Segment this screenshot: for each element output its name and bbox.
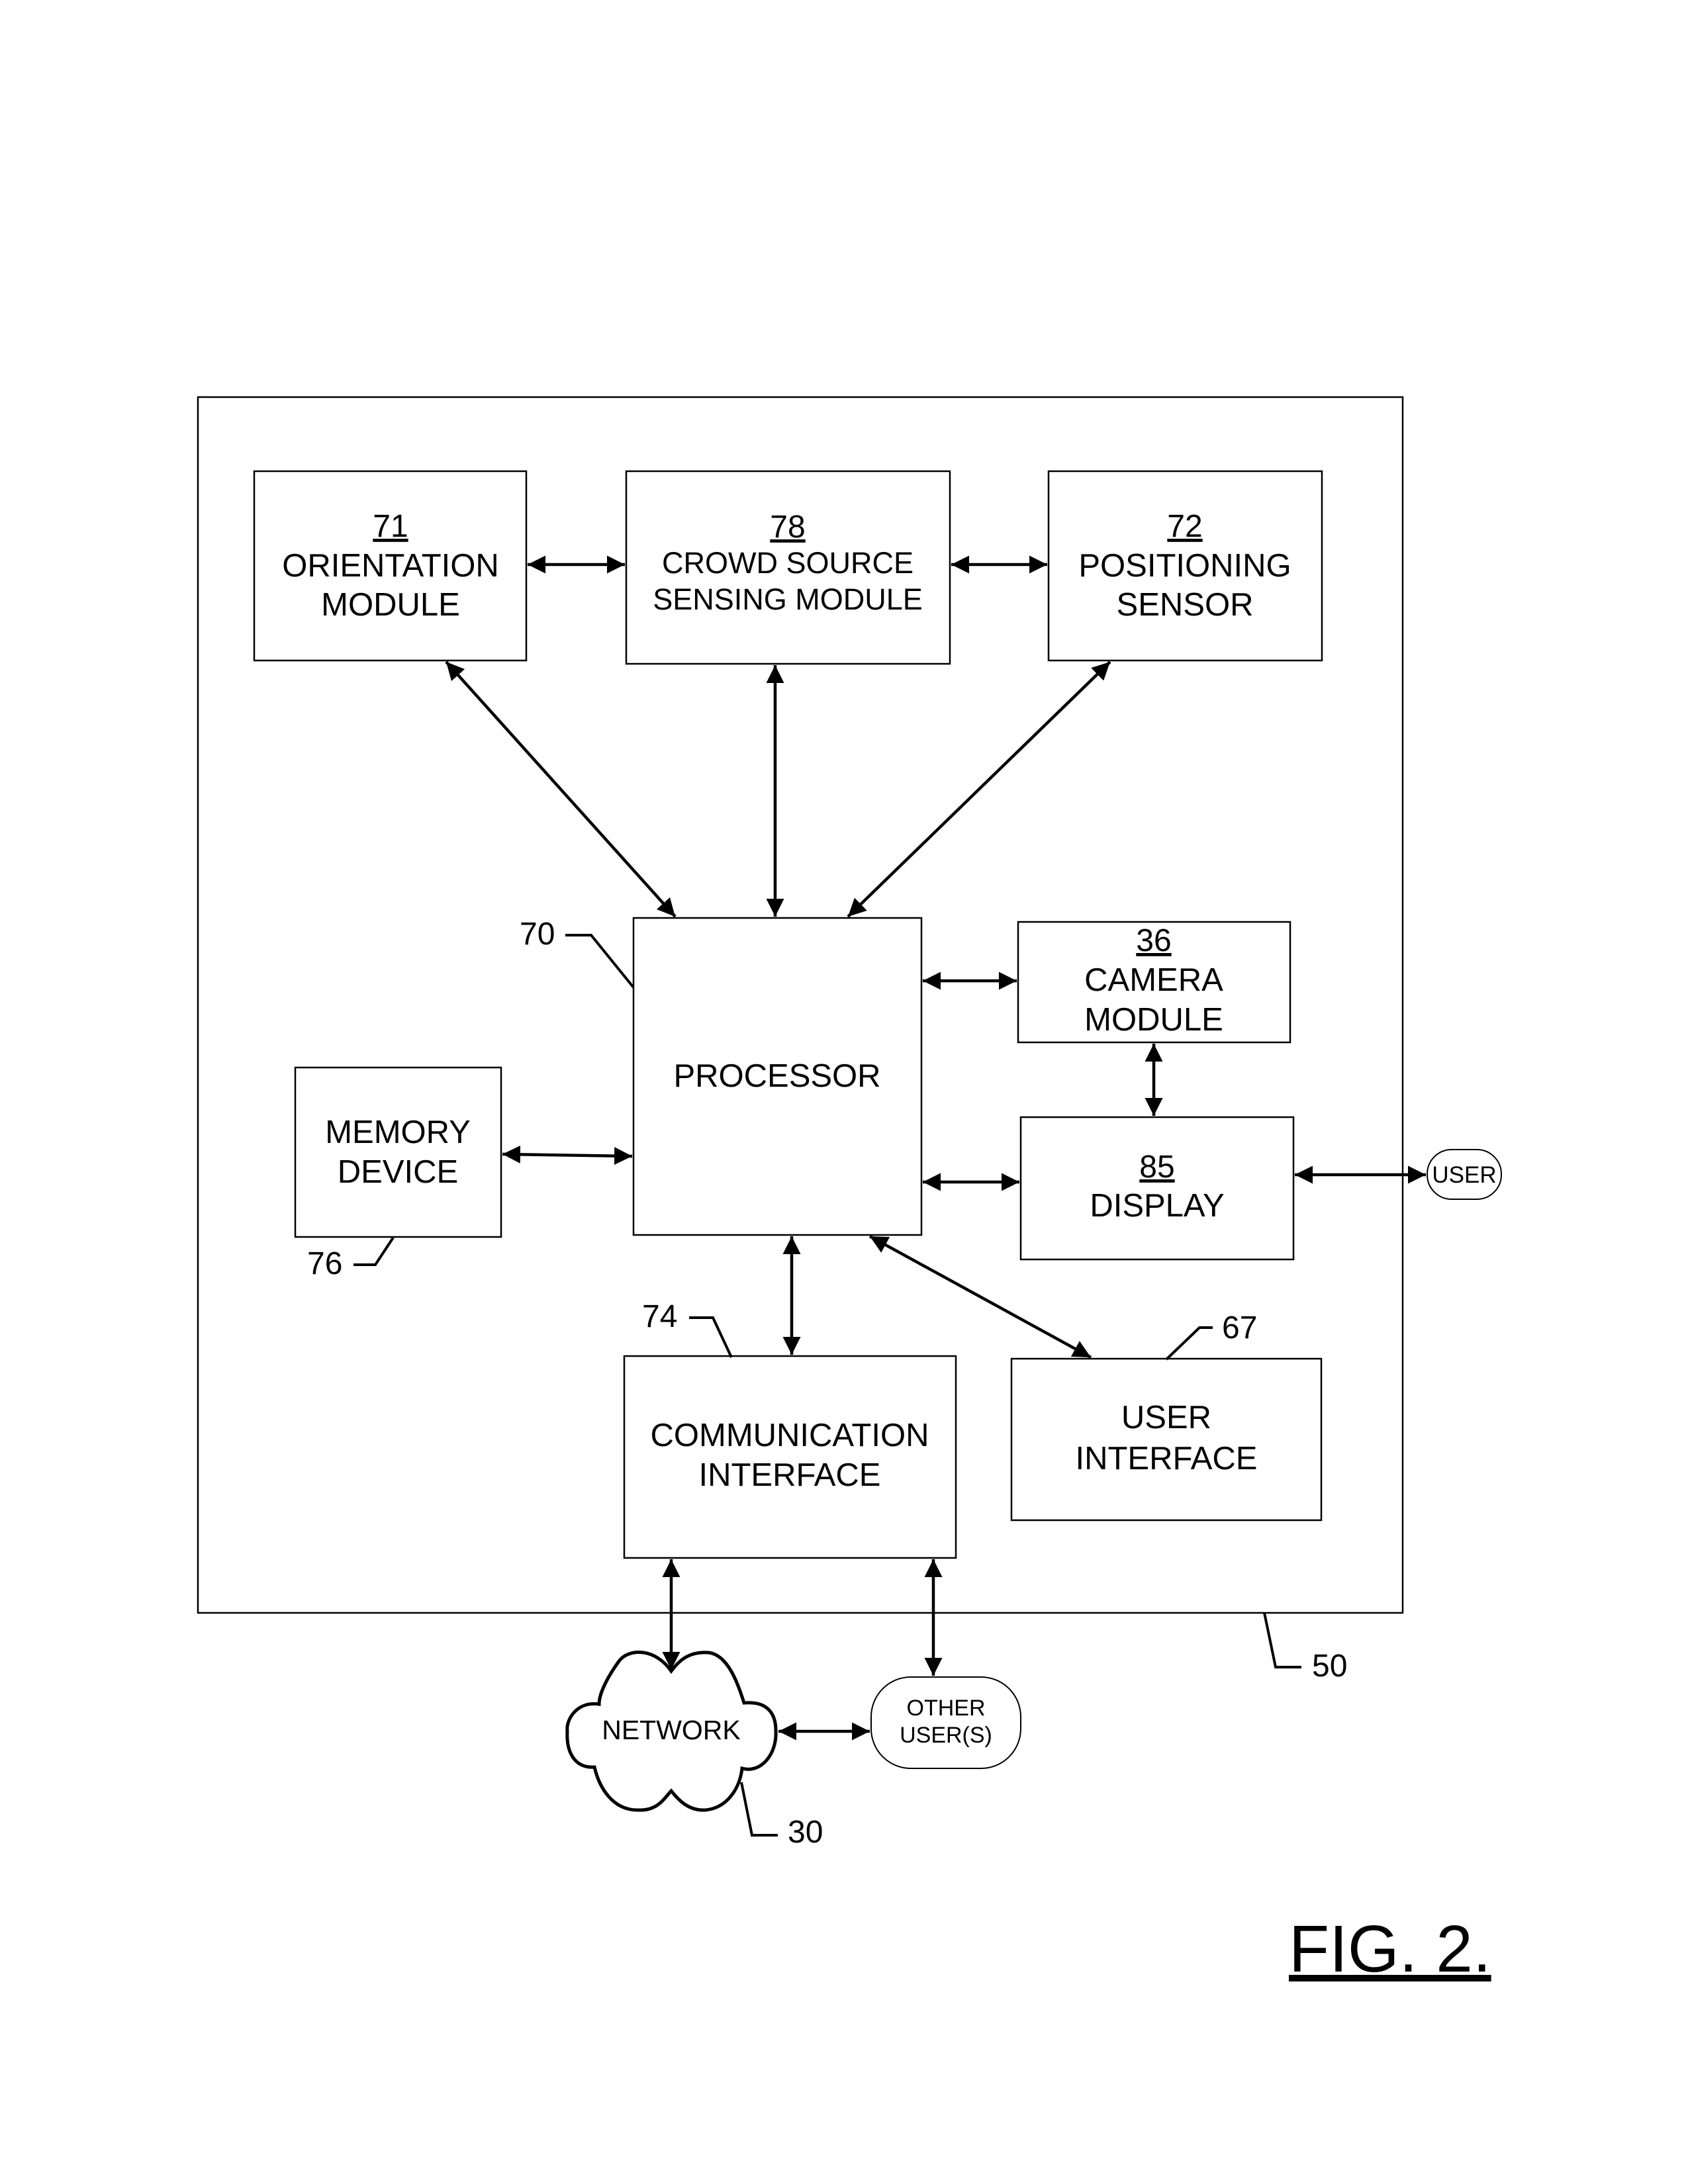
positioning-sensor-label-line1: POSITIONING [1078,548,1291,584]
positioning-sensor-label-line2: SENSOR [1117,587,1254,623]
crowd-source-ref: 78 [770,510,805,545]
network-ref: 30 [788,1815,823,1850]
crowd-source-label-line2: SENSING MODULE [653,582,923,616]
user-interface-box [1010,1357,1323,1522]
network-label: NETWORK [602,1715,741,1745]
network-node: NETWORK [565,1651,778,1812]
user-node: USER [1427,1149,1502,1200]
apparatus-ref: 50 [1312,1649,1347,1684]
memory-ref-callout: 76 [307,1236,395,1281]
other-users-label-line1: OTHER [907,1696,986,1721]
user-label: USER [1432,1162,1496,1188]
memory-device-block: MEMORY DEVICE [294,1066,502,1238]
other-users-label-line2: USER(S) [900,1723,992,1748]
memory-device-label-line1: MEMORY [325,1115,471,1150]
communication-ref-callout: 74 [642,1299,733,1358]
network-ref-leader [740,1782,778,1837]
crowd-source-label-line1: CROWD SOURCE [662,546,914,580]
camera-module-label-line1: CAMERA [1084,962,1223,998]
arrow-positioning-processor [847,660,1111,918]
processor-ref-leader [565,934,635,989]
display-label: DISPLAY [1090,1188,1224,1224]
display-block: 85 DISPLAY [1019,1116,1295,1261]
memory-device-label-line2: DEVICE [338,1154,458,1190]
memory-device-ref: 76 [307,1246,342,1281]
display-ref: 85 [1139,1150,1174,1185]
processor-ref: 70 [520,917,555,952]
user-interface-ref: 67 [1222,1310,1257,1345]
processor-block: PROCESSOR [632,917,923,1236]
positioning-sensor-block: 72 POSITIONING SENSOR [1047,470,1323,662]
communication-interface-label-line2: INTERFACE [699,1457,881,1493]
figure-title: FIG. 2. [1289,1912,1491,1986]
arrow-orientation-processor [445,660,677,918]
processor-ref-callout: 70 [520,917,635,989]
arrow-memory-processor [502,1145,633,1165]
camera-module-ref: 36 [1136,923,1171,958]
crowd-source-sensing-module-block: 78 CROWD SOURCE SENSING MODULE [625,470,951,665]
communication-interface-label-line1: COMMUNICATION [651,1418,929,1453]
user-interface-block: USER INTERFACE [1010,1357,1323,1522]
communication-interface-ref: 74 [642,1299,677,1334]
block-diagram: 71 ORIENTATION MODULE 78 CROWD SOURCE SE… [197,396,1502,1986]
camera-module-label-line2: MODULE [1084,1002,1223,1038]
network-ref-callout: 30 [740,1782,823,1850]
memory-ref-leader [353,1236,395,1266]
communication-ref-leader [689,1316,733,1358]
apparatus-ref-leader [1263,1612,1301,1668]
user-interface-label-line2: INTERFACE [1076,1441,1258,1477]
user-interface-ref-callout: 67 [1165,1310,1257,1361]
user-interface-label-line1: USER [1121,1400,1211,1435]
orientation-module-block: 71 ORIENTATION MODULE [253,470,528,662]
orientation-module-label-line1: ORIENTATION [282,548,499,584]
user-interface-ref-leader [1165,1326,1213,1361]
memory-device-box [294,1066,502,1238]
camera-module-block: 36 CAMERA MODULE [1017,921,1291,1044]
orientation-module-ref: 71 [373,509,408,544]
other-users-node: OTHER USER(S) [870,1676,1021,1769]
positioning-sensor-ref: 72 [1167,509,1202,544]
apparatus-ref-callout: 50 [1263,1612,1347,1684]
orientation-module-label-line2: MODULE [321,587,460,623]
communication-interface-block: COMMUNICATION INTERFACE [623,1355,957,1559]
processor-label: PROCESSOR [673,1058,880,1094]
